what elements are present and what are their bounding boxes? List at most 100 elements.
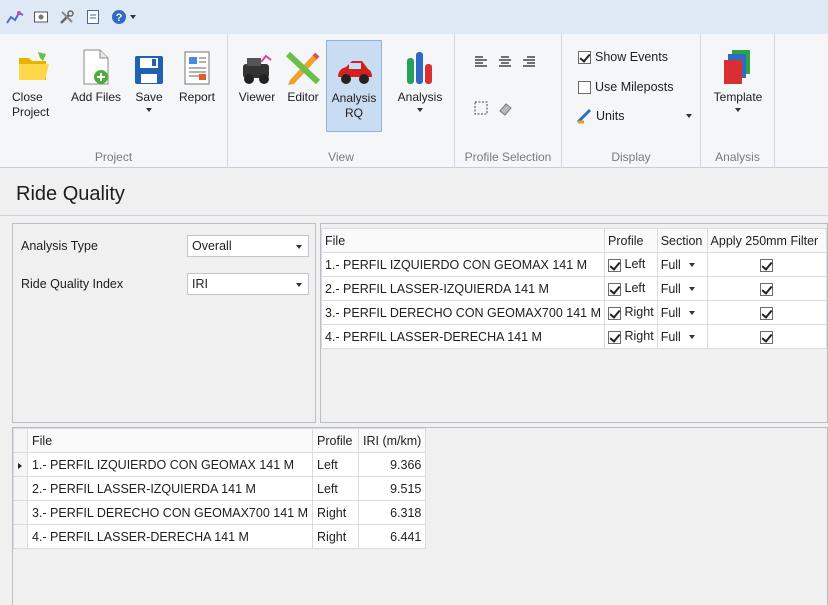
section-select[interactable]: Full xyxy=(656,300,708,325)
filter-checkbox[interactable] xyxy=(760,258,774,272)
profile-checkbox[interactable] xyxy=(608,306,622,320)
eraser-icon[interactable] xyxy=(497,100,513,119)
profile-cell[interactable]: Left xyxy=(604,252,658,277)
profile-checkbox[interactable] xyxy=(608,330,622,344)
file-name-cell: 3.- PERFIL DERECHO CON GEOMAX700 141 M xyxy=(26,500,314,525)
profile-cell[interactable]: Right xyxy=(604,324,658,349)
row-header[interactable] xyxy=(13,476,28,501)
save-button[interactable]: Save xyxy=(130,42,168,112)
table-row[interactable]: 4.- PERFIL LASSER-DERECHA 141 M Right Fu… xyxy=(320,324,828,349)
section-select[interactable]: Full xyxy=(656,324,708,349)
align-center-icon[interactable] xyxy=(497,54,513,73)
ribbon-group-view: Viewer Editor Analysis RQ Analysis View xyxy=(228,34,455,168)
row-header[interactable] xyxy=(13,524,28,549)
chevron-down-icon xyxy=(688,311,695,316)
column-header-filter[interactable]: Apply 250mm Filter xyxy=(706,228,828,253)
editor-icon xyxy=(285,51,321,85)
analysis-type-select[interactable]: Overall xyxy=(187,235,309,257)
ribbon-group-profile-selection: Profile Selection xyxy=(455,34,562,168)
tools-icon[interactable] xyxy=(58,8,76,26)
ride-quality-index-label: Ride Quality Index xyxy=(21,277,124,291)
units-dropdown-arrow[interactable] xyxy=(686,114,692,118)
column-header-file[interactable]: File xyxy=(26,428,314,453)
analysis-bars-icon xyxy=(407,52,432,84)
report-button[interactable]: Report xyxy=(174,42,220,105)
profile-checkbox[interactable] xyxy=(608,282,622,296)
template-dropdown-arrow[interactable] xyxy=(735,108,741,112)
template-button[interactable]: Template xyxy=(707,42,769,112)
report-icon xyxy=(184,51,210,85)
help-icon[interactable]: ? xyxy=(110,8,136,26)
column-header-iri[interactable]: IRI (m/km) xyxy=(358,428,427,453)
filter-checkbox[interactable] xyxy=(760,282,774,296)
screenshot-icon[interactable] xyxy=(32,8,50,26)
results-table: File Profile IRI (m/km) 1.- PERFIL IZQUI… xyxy=(13,428,427,549)
filter-checkbox[interactable] xyxy=(760,330,774,344)
show-events-checkbox[interactable]: Show Events xyxy=(578,50,668,64)
select-region-icon[interactable] xyxy=(473,100,489,119)
column-header-file[interactable]: File xyxy=(320,228,606,253)
chevron-down-icon xyxy=(296,283,302,287)
group-label-project: Project xyxy=(94,150,133,164)
align-right-icon[interactable] xyxy=(521,54,537,73)
viewer-button[interactable]: Viewer xyxy=(234,42,280,105)
profile-cell[interactable]: Right xyxy=(604,300,658,325)
table-row[interactable]: 1.- PERFIL IZQUIERDO CON GEOMAX 141 M Le… xyxy=(13,452,427,477)
column-header-section[interactable]: Section xyxy=(656,228,708,253)
folder-open-icon xyxy=(19,52,49,80)
column-header-profile[interactable]: Profile xyxy=(604,228,658,253)
filter-cell[interactable] xyxy=(706,324,828,349)
profile-cell: Left xyxy=(312,476,360,501)
svg-text:?: ? xyxy=(115,12,122,24)
analysis-button[interactable]: Analysis xyxy=(392,42,448,112)
document-icon[interactable] xyxy=(84,8,102,26)
current-row-indicator[interactable] xyxy=(13,452,28,477)
file-name-cell: 1.- PERFIL IZQUIERDO CON GEOMAX 141 M xyxy=(26,452,314,477)
ride-quality-index-select[interactable]: IRI xyxy=(187,273,309,295)
analysis-dropdown-arrow[interactable] xyxy=(417,108,423,112)
app-chart-icon[interactable] xyxy=(6,8,24,26)
table-row[interactable]: 3.- PERFIL DERECHO CON GEOMAX700 141 M R… xyxy=(13,500,427,525)
profile-cell[interactable]: Left xyxy=(604,276,658,301)
editor-button[interactable]: Editor xyxy=(282,42,324,105)
filter-cell[interactable] xyxy=(706,276,828,301)
files-table-header: File Profile Section Apply 250mm Filter xyxy=(320,228,828,253)
table-row[interactable]: 4.- PERFIL LASSER-DERECHA 141 M Right 6.… xyxy=(13,524,427,549)
table-row[interactable]: 3.- PERFIL DERECHO CON GEOMAX700 141 M R… xyxy=(320,300,828,325)
show-events-check[interactable] xyxy=(578,50,591,64)
row-header-corner xyxy=(13,428,28,453)
use-mileposts-checkbox[interactable]: Use Mileposts xyxy=(578,80,674,94)
column-header-profile[interactable]: Profile xyxy=(312,428,360,453)
results-grid-panel: File Profile IRI (m/km) 1.- PERFIL IZQUI… xyxy=(12,427,828,605)
analysis-rq-car-icon xyxy=(338,61,372,84)
chevron-down-icon xyxy=(296,245,302,249)
filter-cell[interactable] xyxy=(706,252,828,277)
analysis-rq-button[interactable]: Analysis RQ xyxy=(326,40,382,132)
table-row[interactable]: 1.- PERFIL IZQUIERDO CON GEOMAX 141 M Le… xyxy=(320,252,828,277)
chevron-down-icon xyxy=(688,263,695,268)
profile-checkbox[interactable] xyxy=(608,258,622,272)
save-dropdown-arrow[interactable] xyxy=(146,108,152,112)
iri-value-cell: 9.515 xyxy=(358,476,427,501)
table-row[interactable]: 2.- PERFIL LASSER-IZQUIERDA 141 M Left F… xyxy=(320,276,828,301)
section-select[interactable]: Full xyxy=(656,252,708,277)
group-label-analysis: Analysis xyxy=(715,150,760,164)
ribbon-group-analysis: Template Analysis xyxy=(701,34,775,168)
template-icon xyxy=(724,50,750,84)
add-files-button[interactable]: Add Files xyxy=(70,42,122,105)
align-left-icon[interactable] xyxy=(473,54,489,73)
row-header[interactable] xyxy=(13,500,28,525)
filter-cell[interactable] xyxy=(706,300,828,325)
section-select[interactable]: Full xyxy=(656,276,708,301)
units-dropdown[interactable]: Units xyxy=(576,108,692,124)
chevron-down-icon xyxy=(688,287,695,292)
iri-value-cell: 6.441 xyxy=(358,524,427,549)
file-name-cell: 2.- PERFIL LASSER-IZQUIERDA 141 M xyxy=(320,276,606,301)
close-project-button[interactable]: Close Project xyxy=(12,42,56,120)
use-mileposts-check[interactable] xyxy=(578,80,591,94)
table-row[interactable]: 2.- PERFIL LASSER-IZQUIERDA 141 M Left 9… xyxy=(13,476,427,501)
filter-checkbox[interactable] xyxy=(760,306,774,320)
files-table: File Profile Section Apply 250mm Filter … xyxy=(320,228,828,349)
group-label-profile-selection: Profile Selection xyxy=(464,150,552,164)
profile-cell: Right xyxy=(312,500,360,525)
